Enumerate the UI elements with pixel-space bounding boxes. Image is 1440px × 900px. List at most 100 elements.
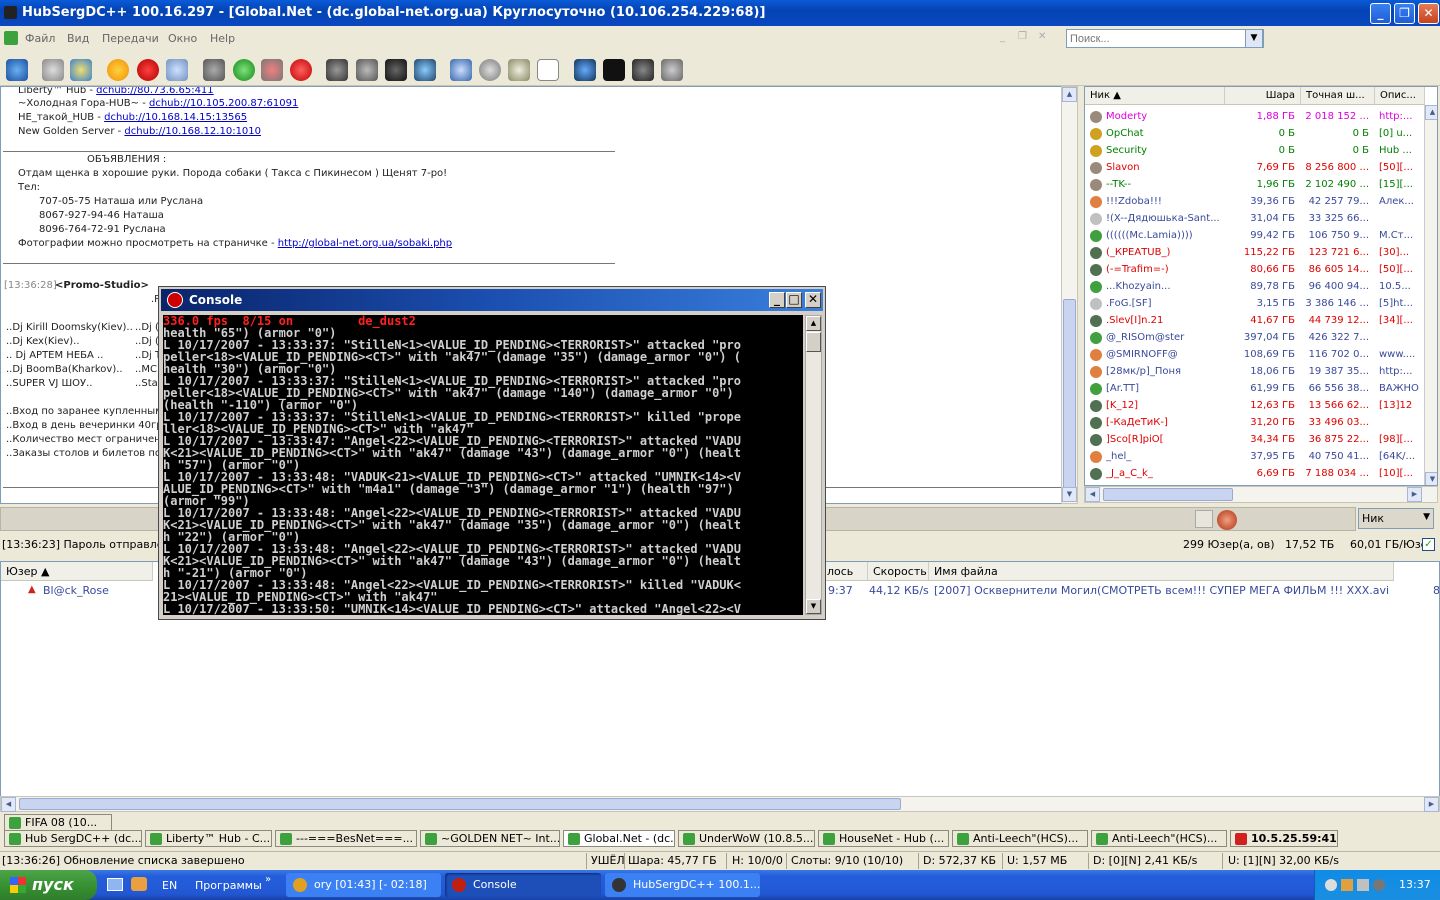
console-maximize-button[interactable]: □: [786, 292, 802, 308]
tray-icon[interactable]: [1373, 879, 1385, 891]
scroll-up-icon[interactable]: ▲: [1425, 105, 1437, 120]
user-list[interactable]: Ник ▲ Шара Точная ш... Опис... Moderty 1,…: [1084, 86, 1438, 486]
console-titlebar[interactable]: Console _ □ ✕: [161, 289, 823, 311]
user-row[interactable]: !!!Zdoba!!! 39,36 ГБ 42 257 79... Алек...: [1085, 194, 1425, 211]
console-icon[interactable]: [603, 59, 625, 81]
tray-icon[interactable]: [1357, 879, 1369, 891]
minimize-button[interactable]: _: [1370, 3, 1391, 24]
chat-nick[interactable]: <Promo-Studio>: [55, 280, 149, 291]
tab-besnet[interactable]: ---===BesNet===...: [275, 830, 417, 847]
scroll-thumb[interactable]: [19, 798, 901, 810]
tab-underwow[interactable]: UnderWoW (10.8.5...: [678, 830, 815, 847]
network-stats-icon[interactable]: [414, 59, 436, 81]
user-row[interactable]: [-КаДеТиК-] 31,20 ГБ 33 496 03...: [1085, 415, 1425, 432]
user-row[interactable]: [28мк/р]_Поня 18,06 ГБ 19 387 35... http:..…: [1085, 364, 1425, 381]
column-share[interactable]: Шара: [1225, 87, 1301, 105]
user-row[interactable]: .FoG.[SF] 3,15 ГБ 3 386 146 ... [5]ht...: [1085, 296, 1425, 313]
search-spy-icon[interactable]: [385, 59, 407, 81]
adl-search-icon[interactable]: [356, 59, 378, 81]
hub-link[interactable]: dchub://10.168.12.10:1010: [124, 126, 261, 137]
scroll-down-icon[interactable]: ▼: [1425, 472, 1437, 485]
scroll-down-icon[interactable]: ▼: [806, 599, 821, 614]
console-minimize-button[interactable]: _: [769, 292, 785, 308]
photo-link[interactable]: http://global-net.org.ua/sobaki.php: [278, 238, 452, 249]
task-hubsergdc[interactable]: HubSergDC++ 100.1...: [605, 873, 760, 897]
queue-icon[interactable]: [203, 59, 225, 81]
binoculars-icon[interactable]: [632, 59, 654, 81]
mdi-restore-icon[interactable]: ❐: [1018, 31, 1027, 42]
task-console[interactable]: Console: [445, 873, 601, 897]
connect-icon[interactable]: [6, 59, 28, 81]
userlist-scrollbar[interactable]: ▲ ▼: [1424, 105, 1437, 485]
upload-icon[interactable]: [290, 59, 312, 81]
user-row[interactable]: _hel_ 37,95 ГБ 40 750 41... [64K/...: [1085, 449, 1425, 466]
tab-golden-net[interactable]: ~GOLDEN NET~ Int...: [420, 830, 560, 847]
scroll-left-icon[interactable]: ◀: [1085, 487, 1100, 502]
column-nick[interactable]: Ник ▲: [1085, 87, 1225, 105]
column-description[interactable]: Опис...: [1375, 87, 1425, 105]
menu-help[interactable]: Help: [210, 32, 235, 45]
userlist-hscrollbar[interactable]: ◀ ▶: [1084, 486, 1438, 503]
task-winamp[interactable]: ory [01:43] [- 02:18]: [286, 873, 441, 897]
user-row[interactable]: Slavon 7,69 ГБ 8 256 800 ... [50][...: [1085, 160, 1425, 177]
console-window[interactable]: Console _ □ ✕ 336.0 fps 8/15 on de_dust2…: [158, 286, 826, 620]
tab-10-5-25-59[interactable]: 10.5.25.59:411: [1230, 830, 1338, 847]
scroll-up-icon[interactable]: ▲: [1062, 87, 1077, 102]
scroll-up-icon[interactable]: ▲: [806, 316, 821, 331]
console-scrollbar[interactable]: ▲ ▼: [805, 315, 822, 615]
away-icon[interactable]: [537, 59, 559, 81]
menu-file[interactable]: Файл: [25, 32, 55, 45]
lock-icon[interactable]: [661, 59, 683, 81]
user-row[interactable]: --TK-- 1,96 ГБ 2 102 490 ... [15][...: [1085, 177, 1425, 194]
scroll-thumb[interactable]: [1103, 488, 1233, 501]
search-dropdown-icon[interactable]: ▼: [1245, 29, 1263, 48]
user-row[interactable]: @_RISOm@ster 397,04 ГБ 426 322 7...: [1085, 330, 1425, 347]
user-row[interactable]: ]Sco[R]piO[34,34 ГБ 36 875 22... [98][...: [1085, 432, 1425, 449]
hub-link[interactable]: dchub://10.105.200.87:61091: [149, 98, 298, 109]
mdi-minimize-icon[interactable]: _: [1000, 32, 1005, 43]
scroll-down-icon[interactable]: ▼: [1062, 487, 1077, 502]
user-row[interactable]: Security 0 Б 0 Б Hub ...: [1085, 143, 1425, 160]
user-row[interactable]: (_КРЕАТUB_) 115,22 ГБ 123 721 6... [30]...: [1085, 245, 1425, 262]
favorites-star-icon[interactable]: [107, 59, 129, 81]
user-row[interactable]: Moderty 1,88 ГБ 2 018 152 ... http:...: [1085, 109, 1425, 126]
tab-anti-leech-2[interactable]: Anti-Leech"(HCS)...: [1091, 830, 1227, 847]
user-row[interactable]: [K_12] 12,63 ГБ 13 566 62... [13]12: [1085, 398, 1425, 415]
scroll-right-icon[interactable]: ▶: [1407, 487, 1422, 502]
column-exact-share[interactable]: Точная ш...: [1301, 87, 1375, 105]
programs-toolbar[interactable]: Программы: [195, 879, 262, 892]
tab-fifa[interactable]: FIFA 08 (10...: [4, 814, 112, 831]
tab-anti-leech-1[interactable]: Anti-Leech"(HCS)...: [952, 830, 1088, 847]
chat-scrollbar[interactable]: ▲ ▼: [1061, 86, 1078, 504]
userlist-toggle-checkbox[interactable]: ✓: [1422, 538, 1435, 551]
reconnect-icon[interactable]: [42, 59, 64, 81]
quicklaunch-icon[interactable]: [131, 877, 147, 891]
tab-global-net[interactable]: Global.Net - (dc...: [563, 830, 675, 847]
user-row[interactable]: _J_a_C_k_ 6,69 ГБ 7 188 034 ... [10][...: [1085, 466, 1425, 483]
tray-icon[interactable]: [1325, 879, 1337, 891]
settings-gear-icon[interactable]: [479, 59, 501, 81]
search-icon[interactable]: [326, 59, 348, 81]
transfers-hscrollbar[interactable]: ◀ ▶: [0, 796, 1440, 812]
close-button[interactable]: ✕: [1418, 3, 1439, 24]
tab-liberty[interactable]: Liberty™ Hub - C...: [145, 830, 272, 847]
user-row[interactable]: [Ar.TT] 61,99 ГБ 66 556 38... ВАЖНО: [1085, 381, 1425, 398]
notepad-icon[interactable]: [508, 59, 530, 81]
console-close-button[interactable]: ✕: [805, 292, 821, 308]
column-user[interactable]: Юзер ▲: [1, 562, 153, 581]
column-filename[interactable]: Имя файла: [929, 562, 1394, 581]
menu-view[interactable]: Вид: [67, 32, 89, 45]
open-filelist-icon[interactable]: [450, 59, 472, 81]
recent-hubs-icon[interactable]: [166, 59, 188, 81]
language-indicator[interactable]: EN: [162, 879, 177, 892]
tab-housenet[interactable]: HouseNet - Hub (...: [818, 830, 949, 847]
scroll-right-icon[interactable]: ▶: [1424, 797, 1439, 812]
monitor-icon[interactable]: [574, 59, 596, 81]
user-row[interactable]: (-=Trafim=-) 80,66 ГБ 86 605 14... [50][...: [1085, 262, 1425, 279]
user-row[interactable]: ((((((Mc.Lamia)))) 99,42 ГБ 106 750 9... M.…: [1085, 228, 1425, 245]
scroll-thumb[interactable]: [1063, 299, 1076, 489]
tab-hub-sergdc[interactable]: Hub SergDC++ (dc...: [4, 830, 142, 847]
start-button[interactable]: пуск: [0, 870, 97, 900]
window-titlebar[interactable]: HubSergDC++ 100.16.297 - [Global.Net - (…: [0, 0, 1440, 26]
user-row[interactable]: !(X--Дядюшька-Sant... 31,04 ГБ 33 325 66..…: [1085, 211, 1425, 228]
